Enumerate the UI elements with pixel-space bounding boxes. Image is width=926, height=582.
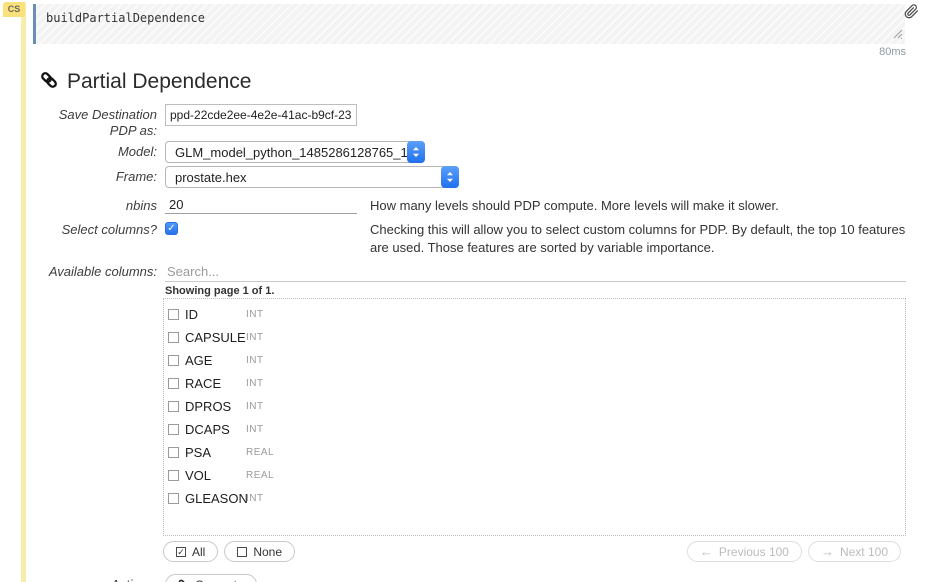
column-name: AGE (182, 353, 246, 368)
column-type: INT (246, 378, 264, 389)
column-search-input[interactable] (165, 261, 906, 282)
nbins-help-text: How many levels should PDP compute. More… (370, 195, 906, 215)
column-checkbox[interactable] (168, 401, 179, 412)
select-all-label: All (192, 545, 205, 559)
column-list-item: CAPSULE INT (168, 326, 905, 349)
column-list-item: ID INT (168, 303, 905, 326)
cell-type-badge: CS (3, 2, 25, 17)
save-destination-label: Save Destination PDP as: (40, 104, 157, 139)
actions-label: Actions: (40, 577, 157, 582)
column-list-item: VOL REAL (168, 464, 905, 487)
column-checkbox[interactable] (168, 447, 179, 458)
link-icon (40, 71, 58, 94)
chevron-up-down-icon (407, 141, 425, 163)
column-checkbox[interactable] (168, 470, 179, 481)
arrow-right-icon: → (821, 546, 834, 558)
column-name: DCAPS (182, 422, 246, 437)
previous-page-button[interactable]: ← Previous 100 (687, 541, 802, 562)
next-page-label: Next 100 (840, 545, 888, 559)
column-list-item: RACE INT (168, 372, 905, 395)
column-name: PSA (182, 445, 246, 460)
column-name: VOL (182, 468, 246, 483)
next-page-button[interactable]: → Next 100 (808, 541, 901, 562)
execution-time: 80ms (879, 46, 906, 58)
column-name: ID (182, 307, 246, 322)
cell-selection-bar (21, 2, 26, 582)
column-list-item: DCAPS INT (168, 418, 905, 441)
paperclip-icon[interactable] (904, 4, 919, 24)
checked-checkbox-icon: ✓ (176, 547, 186, 557)
column-list-item: GLEASON INT (168, 487, 905, 510)
column-type: INT (246, 332, 264, 343)
column-name: RACE (182, 376, 246, 391)
column-type: INT (246, 309, 264, 320)
nbins-label: nbins (40, 195, 157, 214)
available-columns-label: Available columns: (40, 261, 157, 280)
model-select[interactable]: GLM_model_python_1485286128765_1 (165, 141, 425, 163)
code-text: buildPartialDependence (46, 11, 205, 25)
column-checkbox[interactable] (168, 355, 179, 366)
column-type: INT (246, 401, 264, 412)
column-checkbox[interactable] (168, 424, 179, 435)
column-list-item: PSA REAL (168, 441, 905, 464)
select-all-button[interactable]: ✓ All (163, 541, 218, 562)
previous-page-label: Previous 100 (719, 545, 789, 559)
column-list-item: AGE INT (168, 349, 905, 372)
frame-select-value: prostate.hex (175, 170, 247, 185)
chevron-up-down-icon (441, 166, 459, 188)
select-columns-checkbox[interactable]: ✓ (165, 222, 178, 235)
column-checkbox[interactable] (168, 309, 179, 320)
frame-select[interactable]: prostate.hex (165, 166, 459, 188)
resize-handle-icon[interactable] (893, 28, 903, 42)
select-none-button[interactable]: None (224, 541, 295, 562)
model-select-value: GLM_model_python_1485286128765_1 (175, 145, 408, 160)
code-cell[interactable]: buildPartialDependence (33, 4, 905, 44)
column-type: REAL (246, 447, 274, 458)
column-name: DPROS (182, 399, 246, 414)
compute-button[interactable]: Compute (165, 574, 257, 582)
select-columns-help-text: Checking this will allow you to select c… (370, 219, 906, 257)
compute-label: Compute (195, 578, 244, 582)
model-label: Model: (40, 141, 157, 160)
column-list-item: DPROS INT (168, 395, 905, 418)
columns-list: ID INT CAPSULE INT AGE INT RACE INT (163, 298, 906, 536)
column-checkbox[interactable] (168, 493, 179, 504)
column-name: GLEASON (182, 491, 246, 506)
nbins-input[interactable] (165, 195, 357, 214)
column-type: REAL (246, 470, 274, 481)
arrow-left-icon: ← (700, 546, 713, 558)
empty-checkbox-icon (237, 547, 247, 557)
column-checkbox[interactable] (168, 378, 179, 389)
column-name: CAPSULE (182, 330, 246, 345)
page-title: Partial Dependence (67, 70, 251, 94)
paging-status: Showing page 1 of 1. (163, 282, 906, 298)
column-type: INT (246, 493, 264, 504)
column-type: INT (246, 355, 264, 366)
select-columns-label: Select columns? (40, 219, 157, 238)
column-checkbox[interactable] (168, 332, 179, 343)
select-none-label: None (253, 545, 282, 559)
frame-label: Frame: (40, 166, 157, 185)
column-type: INT (246, 424, 264, 435)
save-destination-input[interactable] (165, 104, 357, 126)
